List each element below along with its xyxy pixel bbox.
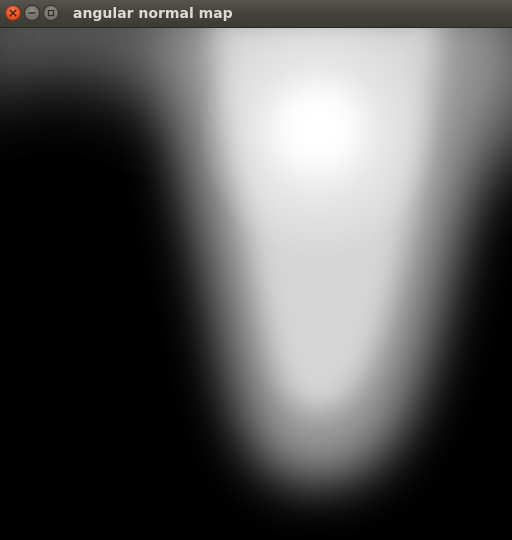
minimize-button[interactable]: [24, 5, 40, 21]
title-bar[interactable]: angular normal map: [0, 0, 512, 28]
specular-core: [278, 90, 358, 166]
render-canvas[interactable]: [0, 28, 512, 540]
close-icon: [9, 9, 17, 17]
window-title: angular normal map: [73, 6, 233, 22]
app-window: angular normal map: [0, 0, 512, 540]
minimize-icon: [28, 12, 36, 14]
normal-map-render: [0, 28, 512, 540]
window-controls: [5, 5, 59, 21]
close-button[interactable]: [5, 5, 21, 21]
maximize-icon: [47, 9, 55, 17]
maximize-button[interactable]: [43, 5, 59, 21]
